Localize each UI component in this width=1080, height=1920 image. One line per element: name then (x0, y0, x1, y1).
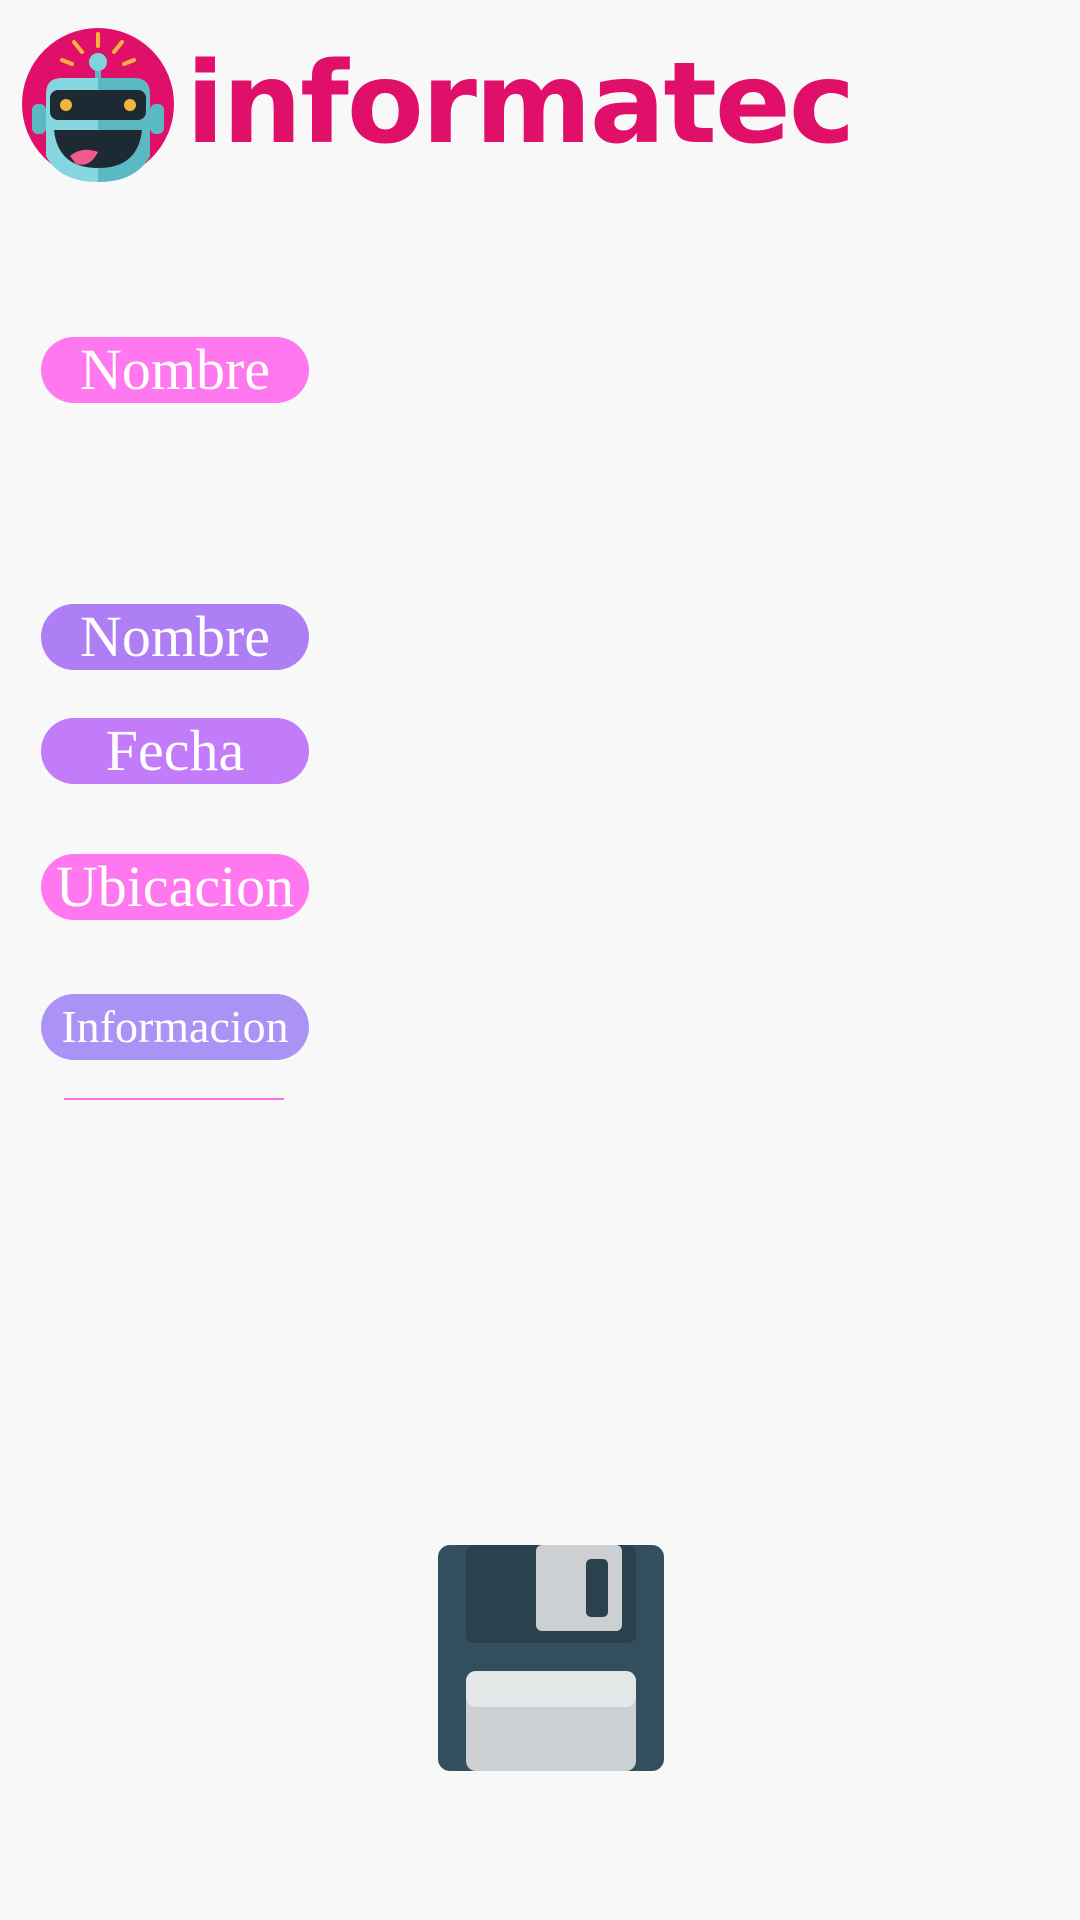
brand-name: informatec (186, 39, 855, 169)
fecha-label[interactable]: Fecha (41, 718, 309, 784)
robot-icon (22, 28, 174, 182)
floppy-disk-icon[interactable] (438, 1545, 664, 1771)
nombre-label[interactable]: Nombre (41, 604, 309, 670)
informacion-label[interactable]: Informacion (41, 994, 309, 1060)
nombre-label-top[interactable]: Nombre (41, 337, 309, 403)
app-logo: informatec (20, 26, 855, 186)
informacion-field-underline (64, 1098, 284, 1100)
ubicacion-label[interactable]: Ubicacion (41, 854, 309, 920)
